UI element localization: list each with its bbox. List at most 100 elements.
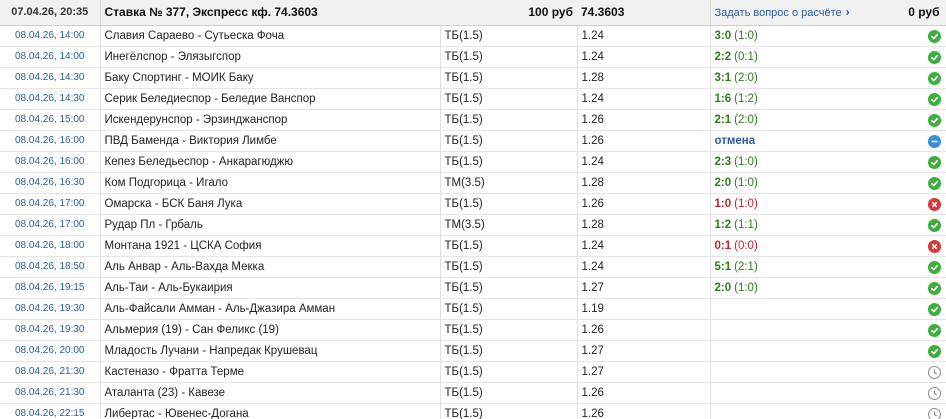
check-circle-icon [928,281,941,295]
event-row: 08.04.26, 14:30 Баку Спортинг - МОИК Баку… [0,67,946,89]
event-date: 08.04.26, 16:00 [0,151,101,173]
event-halftime-score: (2:0) [734,113,758,126]
event-date: 08.04.26, 18:00 [0,235,101,257]
event-result: 2:0 (1:0) [710,277,946,299]
event-coef: 1.28 [577,172,711,194]
check-circle-icon [928,29,941,43]
event-halftime-score: (0:0) [734,239,758,252]
event-result: 3:1 (2:0) [710,67,946,89]
event-date: 08.04.26, 19:15 [0,277,101,299]
event-date: 08.04.26, 19:30 [0,319,101,341]
event-row: 08.04.26, 19:30 Аль-Файсали Амман - Аль-Д… [0,298,946,320]
event-coef: 1.27 [577,340,711,362]
event-bet-type: ТБ(1.5) [440,193,578,215]
event-bet-type: ТБ(1.5) [440,109,578,131]
event-result [710,340,946,362]
event-halftime-score: (1:0) [734,197,758,210]
event-score: отмена [714,134,756,147]
event-row: 08.04.26, 21:30 Кастеназо - Фратта Терме Т… [0,361,946,383]
event-bet-type: ТБ(1.5) [440,25,578,47]
event-bet-type: ТМ(3.5) [440,214,578,236]
event-result: 2:3 (1:0) [710,151,946,173]
event-coef: 1.24 [577,88,711,110]
event-coef: 1.26 [577,193,711,215]
event-score: 2:2 [714,50,732,63]
event-date: 08.04.26, 22:15 [0,403,101,419]
event-coef: 1.24 [577,256,711,278]
check-circle-icon [928,323,941,337]
check-circle-icon [928,302,941,316]
bet-total-coef: 74.3603 [577,0,711,26]
ask-question-link[interactable]: Задать вопрос о расчёте [715,7,842,19]
event-match: Альмерия (19) - Сан Феликс (19) [100,319,441,341]
event-match: Серик Беледиеспор - Беледие Ванспор [100,88,441,110]
event-bet-type: ТБ(1.5) [440,319,578,341]
check-circle-icon [928,155,941,169]
event-match: Кастеназо - Фратта Терме [100,361,441,383]
event-score: 2:3 [714,155,732,168]
bet-header-row: 07.04.26, 20:35 Ставка № 377, Экспресс к… [0,0,946,26]
event-coef: 1.28 [577,67,711,89]
check-circle-icon [928,71,941,85]
event-result: 1:6 (1:2) [710,88,946,110]
event-score: 1:2 [714,218,732,231]
event-coef: 1.19 [577,298,711,320]
event-match: Либертас - Ювенес-Догана [100,403,441,419]
event-coef: 1.24 [577,151,711,173]
event-row: 08.04.26, 14:00 Славия Сараево - Сутьеска… [0,25,946,47]
bet-table-body: 07.04.26, 20:35 Ставка № 377, Экспресс к… [0,0,946,419]
event-bet-type: ТБ(1.5) [440,256,578,278]
event-bet-type: ТБ(1.5) [440,382,578,404]
bet-details-table: 07.04.26, 20:35 Ставка № 377, Экспресс к… [0,0,946,419]
check-circle-icon [928,113,941,127]
event-coef: 1.27 [577,277,711,299]
clock-icon [928,365,941,379]
event-match: Искендерунспор - Эрзинджанспор [100,109,441,131]
event-score: 0:1 [714,239,732,252]
event-halftime-score: (1:2) [734,92,758,105]
check-circle-icon [928,344,941,358]
event-row: 08.04.26, 19:30 Альмерия (19) - Сан Фелик… [0,319,946,341]
event-halftime-score: (2:1) [734,260,758,273]
event-coef: 1.26 [577,403,711,419]
event-coef: 1.26 [577,382,711,404]
event-halftime-score: (1:0) [734,281,758,294]
event-coef: 1.27 [577,361,711,383]
event-result [710,361,946,383]
event-bet-type: ТБ(1.5) [440,67,578,89]
event-result: 5:1 (2:1) [710,256,946,278]
event-coef: 1.24 [577,235,711,257]
event-result [710,319,946,341]
event-match: Кепез Беледьеспор - Анкарагюджю [100,151,441,173]
cross-circle-icon [928,239,941,253]
event-date: 08.04.26, 14:00 [0,25,101,47]
event-row: 08.04.26, 22:15 Либертас - Ювенес-Догана Т… [0,403,946,419]
event-row: 08.04.26, 16:00 ПВД Баменда - Виктория Ли… [0,130,946,152]
event-score: 3:1 [714,71,732,84]
event-date: 08.04.26, 16:00 [0,130,101,152]
event-bet-type: ТБ(1.5) [440,298,578,320]
event-result: 2:0 (1:0) [710,172,946,194]
event-halftime-score: (2:0) [734,71,758,84]
event-result: 1:2 (1:1) [710,214,946,236]
event-halftime-score: (1:1) [734,218,758,231]
event-row: 08.04.26, 21:30 Аталанта (23) - Кавезе ТБ(… [0,382,946,404]
event-halftime-score: (1:0) [734,176,758,189]
check-circle-icon [928,176,941,190]
event-halftime-score: (1:0) [734,155,758,168]
event-bet-type: ТБ(1.5) [440,403,578,419]
event-bet-type: ТБ(1.5) [440,361,578,383]
event-score: 2:0 [714,176,732,189]
check-circle-icon [928,50,941,64]
event-date: 08.04.26, 21:30 [0,361,101,383]
event-date: 08.04.26, 20:00 [0,340,101,362]
event-match: Аль Анвар - Аль-Вахда Мекка [100,256,441,278]
bet-date: 07.04.26, 20:35 [0,0,101,26]
event-match: Аталанта (23) - Кавезе [100,382,441,404]
chevron-right-icon[interactable]: › [846,5,850,19]
event-coef: 1.26 [577,319,711,341]
event-match: Баку Спортинг - МОИК Баку [100,67,441,89]
event-score: 1:0 [714,197,732,210]
event-match: Славия Сараево - Сутьеска Фоча [100,25,441,47]
event-coef: 1.26 [577,130,711,152]
